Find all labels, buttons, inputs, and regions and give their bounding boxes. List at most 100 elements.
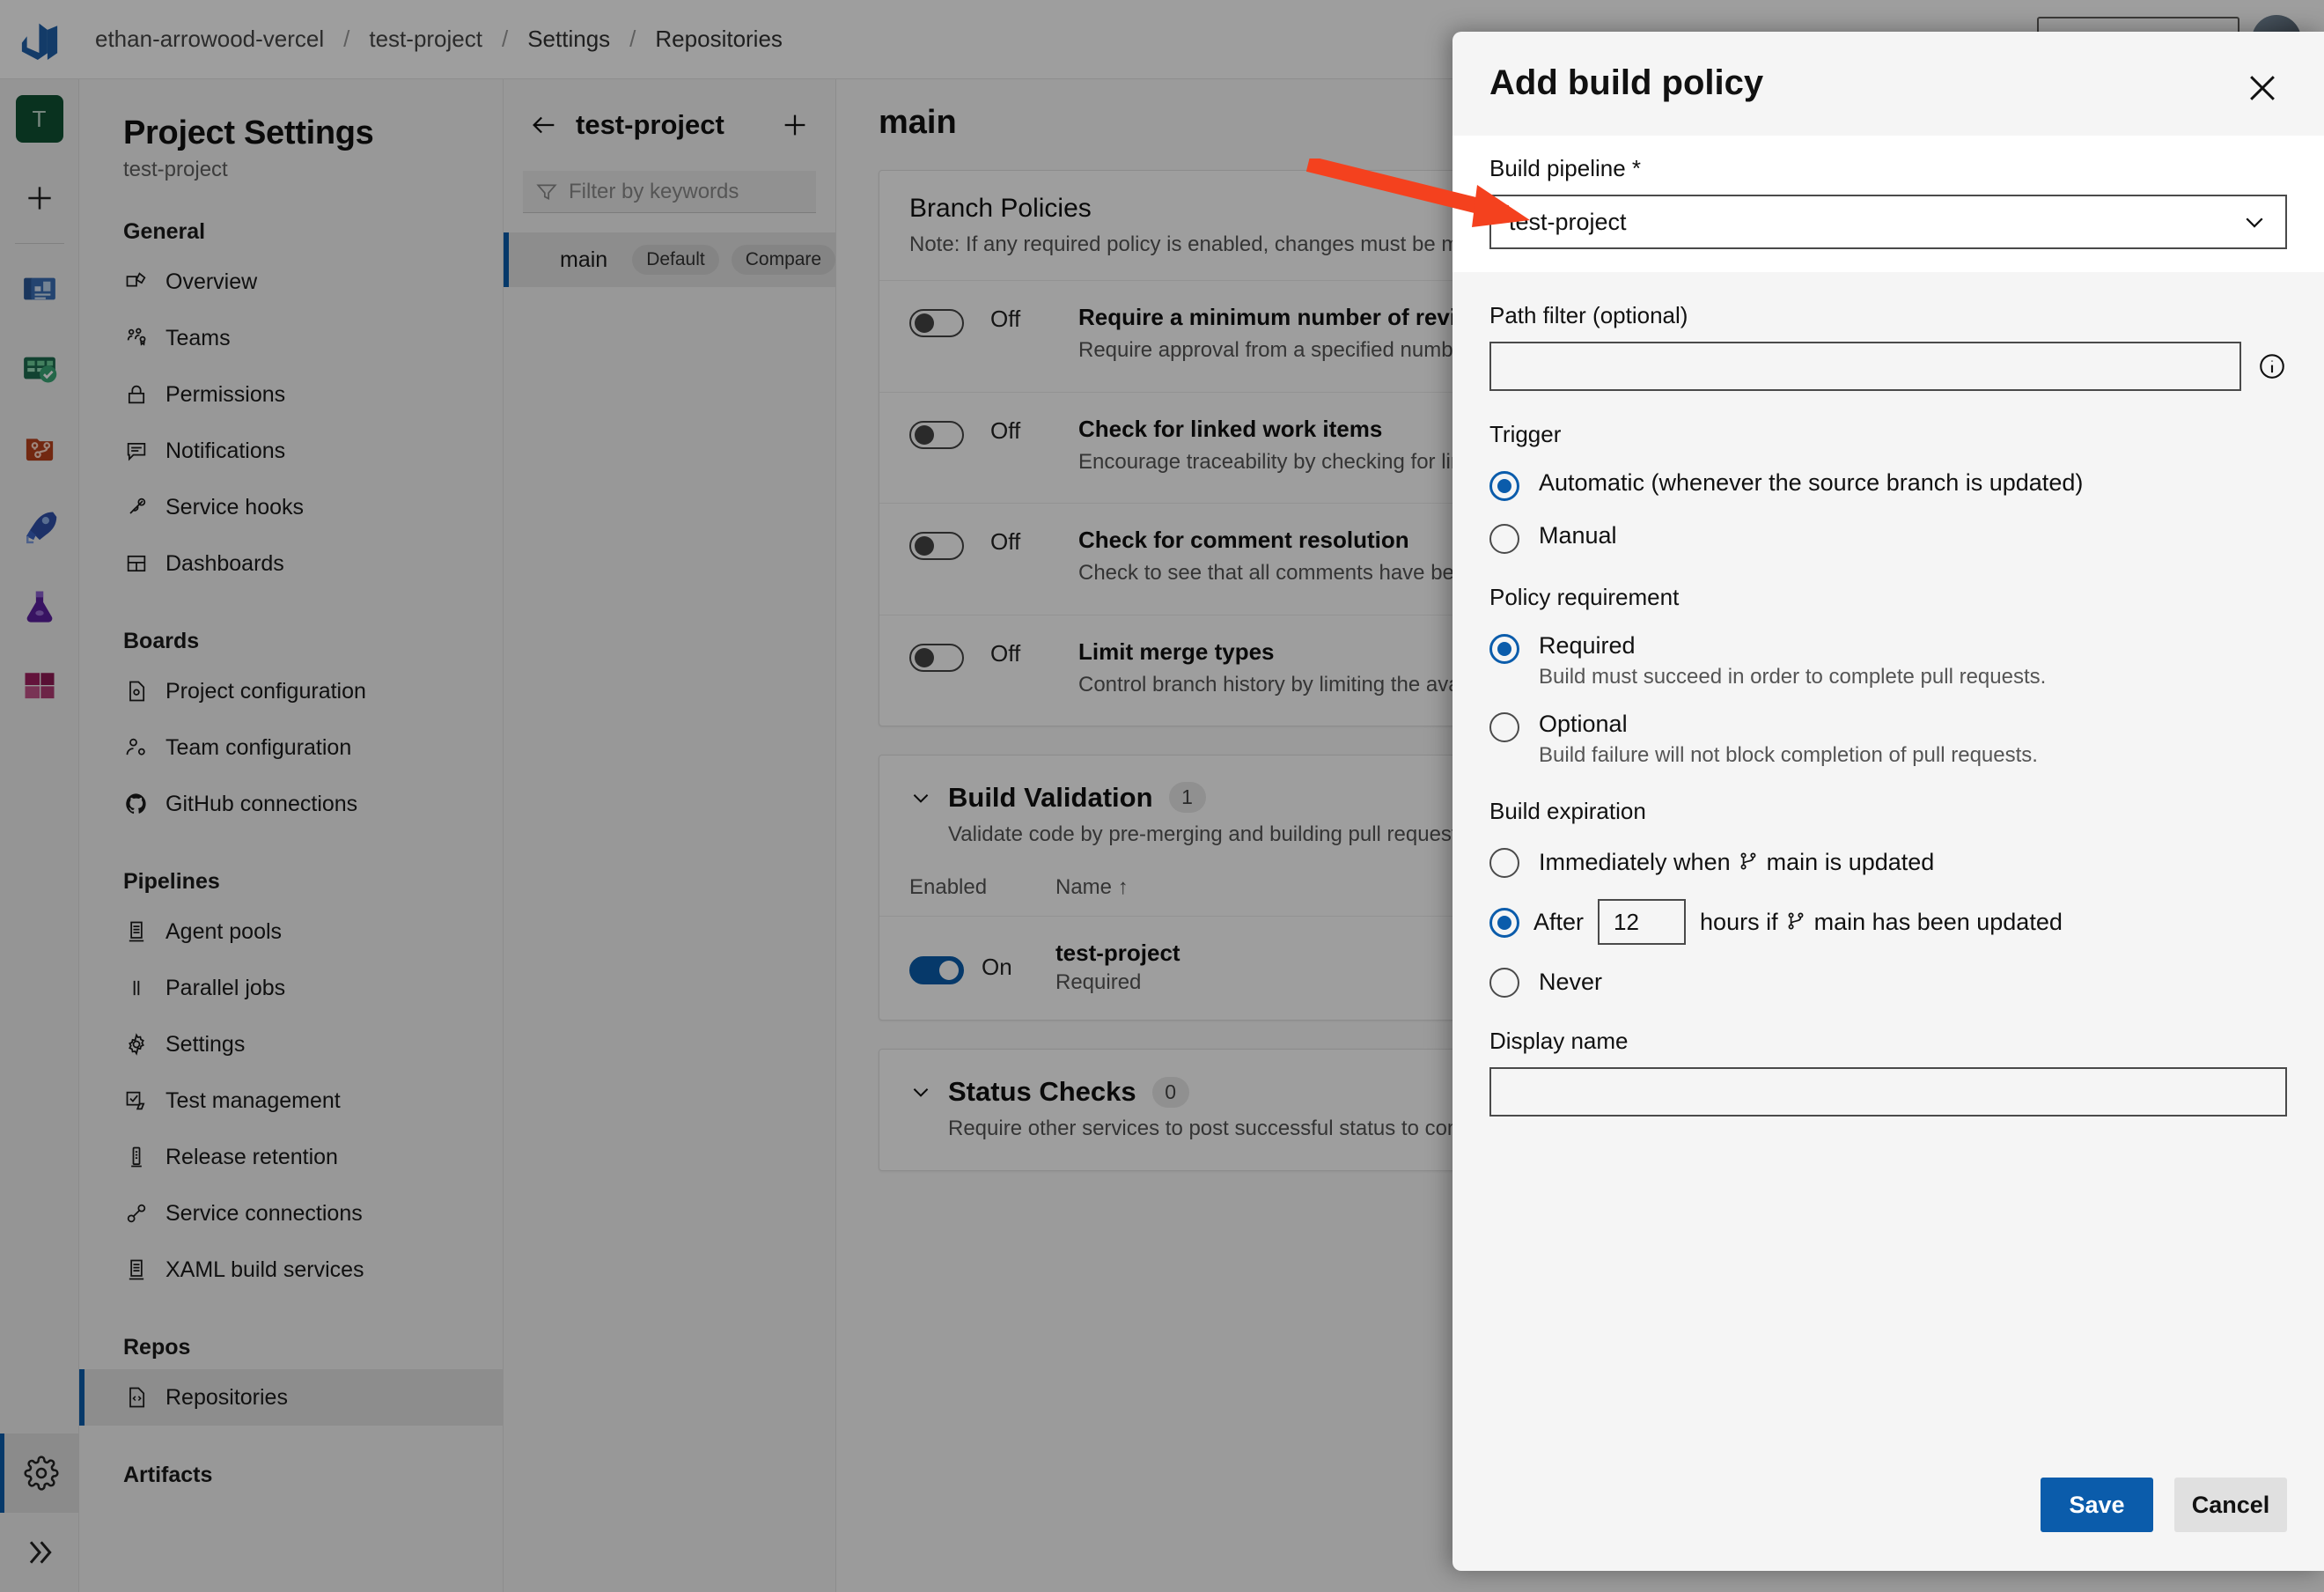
cancel-button[interactable]: Cancel xyxy=(2174,1478,2287,1532)
breadcrumb-org[interactable]: ethan-arrowood-vercel xyxy=(79,26,340,53)
expiration-after-rest: hours if main has been updated xyxy=(1700,909,2063,936)
policy-required-block: Required Build must succeed in order to … xyxy=(1539,632,2046,689)
trigger-option-automatic[interactable]: Automatic (whenever the source branch is… xyxy=(1489,469,2287,501)
overview-icon xyxy=(20,269,59,308)
trigger-option-manual[interactable]: Manual xyxy=(1489,522,2287,554)
radio-required[interactable] xyxy=(1489,634,1519,664)
policy-option-optional[interactable]: Optional Build failure will not block co… xyxy=(1489,711,2287,768)
sidebar-item-parallel-jobs[interactable]: Parallel jobs xyxy=(79,960,503,1016)
build-validation-toggle[interactable] xyxy=(909,956,964,984)
expiration-after-mid: hours if xyxy=(1700,909,1778,935)
sidebar-item-label: Test management xyxy=(165,1088,341,1114)
radio-never[interactable] xyxy=(1489,968,1519,998)
branch-name: main xyxy=(560,247,607,273)
sidebar-item-overview[interactable]: Overview xyxy=(79,254,503,310)
policy-option-required[interactable]: Required Build must succeed in order to … xyxy=(1489,632,2287,689)
back-button[interactable] xyxy=(525,106,563,144)
sidebar-item-release-retention[interactable]: Release retention xyxy=(79,1129,503,1185)
breadcrumb-repositories[interactable]: Repositories xyxy=(639,26,798,53)
policy-toggle-state: Off xyxy=(990,528,1052,587)
sidebar-item-test-management[interactable]: Test management xyxy=(79,1072,503,1129)
sidebar-item-xaml-build-services[interactable]: XAML build services xyxy=(79,1242,503,1298)
sidebar-item-github-connections[interactable]: GitHub connections xyxy=(79,776,503,832)
sidebar-item-service-connections[interactable]: Service connections xyxy=(79,1185,503,1242)
connection-icon xyxy=(123,1200,150,1227)
add-repository-button[interactable] xyxy=(776,106,814,144)
rail-project-settings[interactable] xyxy=(0,1434,79,1513)
display-name-input[interactable] xyxy=(1489,1067,2287,1117)
policy-toggle[interactable] xyxy=(909,309,964,337)
badge-default: Default xyxy=(632,245,719,275)
path-filter-input[interactable] xyxy=(1489,342,2241,391)
column-name[interactable]: Name ↑ xyxy=(1055,875,1129,900)
sidebar-item-label: Overview xyxy=(165,269,257,295)
sidebar-item-permissions[interactable]: Permissions xyxy=(79,366,503,423)
sidebar-item-notifications[interactable]: Notifications xyxy=(79,423,503,479)
row-name-cell: test-project Required xyxy=(1055,940,1180,995)
badge-compare[interactable]: Compare xyxy=(732,245,835,275)
lock-icon xyxy=(123,381,150,408)
expiration-hours-input[interactable]: 12 xyxy=(1598,899,1686,945)
breadcrumb-settings[interactable]: Settings xyxy=(511,26,626,53)
radio-immediately[interactable] xyxy=(1489,848,1519,878)
expiration-option-immediately[interactable]: Immediately when main is updated xyxy=(1489,846,2287,878)
rail-create-new-button[interactable] xyxy=(0,158,79,238)
toggle-knob xyxy=(915,425,934,445)
toggle-knob xyxy=(915,536,934,556)
sidebar-item-service-hooks[interactable]: Service hooks xyxy=(79,479,503,535)
retention-icon xyxy=(123,1144,150,1170)
rail-overview[interactable] xyxy=(0,249,79,328)
project-initial: T xyxy=(16,95,63,143)
expiration-immediately-text: Immediately when main is updated xyxy=(1539,849,1934,876)
sidebar-item-project-configuration[interactable]: Project configuration xyxy=(79,663,503,719)
sidebar-item-repositories[interactable]: Repositories xyxy=(79,1369,503,1426)
sidebar-item-label: Repositories xyxy=(165,1385,288,1411)
info-icon[interactable] xyxy=(2257,351,2287,381)
radio-manual[interactable] xyxy=(1489,524,1519,554)
build-validation-title: Build Validation xyxy=(948,782,1153,814)
policy-toggle[interactable] xyxy=(909,532,964,560)
sidebar-item-teams[interactable]: Teams xyxy=(79,310,503,366)
azure-devops-logo-icon[interactable] xyxy=(0,19,79,60)
sidebar-item-label: Project configuration xyxy=(165,679,366,704)
rail-test-plans[interactable] xyxy=(0,566,79,645)
radio-after[interactable] xyxy=(1489,908,1519,938)
sidebar-item-team-configuration[interactable]: Team configuration xyxy=(79,719,503,776)
sidebar-item-label: Teams xyxy=(165,326,231,351)
rail-pipelines[interactable] xyxy=(0,487,79,566)
artifacts-icon xyxy=(20,666,59,704)
trigger-label: Trigger xyxy=(1489,421,2287,448)
radio-automatic[interactable] xyxy=(1489,471,1519,501)
sidebar-item-dashboards[interactable]: Dashboards xyxy=(79,535,503,592)
breadcrumb-project[interactable]: test-project xyxy=(353,26,498,53)
gear-icon xyxy=(123,1031,150,1058)
close-icon[interactable] xyxy=(2238,63,2287,113)
toggle-knob xyxy=(915,648,934,667)
radio-optional[interactable] xyxy=(1489,712,1519,742)
display-name-label: Display name xyxy=(1489,1028,2287,1055)
expiration-option-after[interactable]: After 12 hours if main has been updated xyxy=(1489,899,2287,945)
repo-panel-header: test-project xyxy=(504,79,835,144)
test-icon xyxy=(123,1087,150,1114)
rail-expand-button[interactable] xyxy=(0,1513,79,1592)
policy-toggle[interactable] xyxy=(909,644,964,672)
build-pipeline-select[interactable]: test-project xyxy=(1489,195,2287,249)
breadcrumb: ethan-arrowood-vercel / test-project / S… xyxy=(79,26,798,53)
expiration-option-never[interactable]: Never xyxy=(1489,966,2287,998)
rail-project-avatar[interactable]: T xyxy=(0,79,79,158)
expiration-never-label: Never xyxy=(1539,969,1602,996)
test-plans-icon xyxy=(20,586,59,625)
policy-toggle[interactable] xyxy=(909,421,964,449)
breadcrumb-separator: / xyxy=(340,26,353,53)
rail-repos[interactable] xyxy=(0,408,79,487)
repo-filter-input[interactable]: Filter by keywords xyxy=(523,171,816,213)
rail-boards[interactable] xyxy=(0,328,79,408)
branch-list-item[interactable]: main Default Compare xyxy=(504,232,835,287)
sidebar-item-agent-pools[interactable]: Agent pools xyxy=(79,903,503,960)
sidebar-item-settings[interactable]: Settings xyxy=(79,1016,503,1072)
policy-toggle-state: Off xyxy=(990,306,1052,365)
save-button[interactable]: Save xyxy=(2041,1478,2153,1532)
sidebar-item-label: XAML build services xyxy=(165,1257,364,1283)
rail-artifacts[interactable] xyxy=(0,645,79,725)
sidebar-item-label: Service connections xyxy=(165,1201,363,1227)
